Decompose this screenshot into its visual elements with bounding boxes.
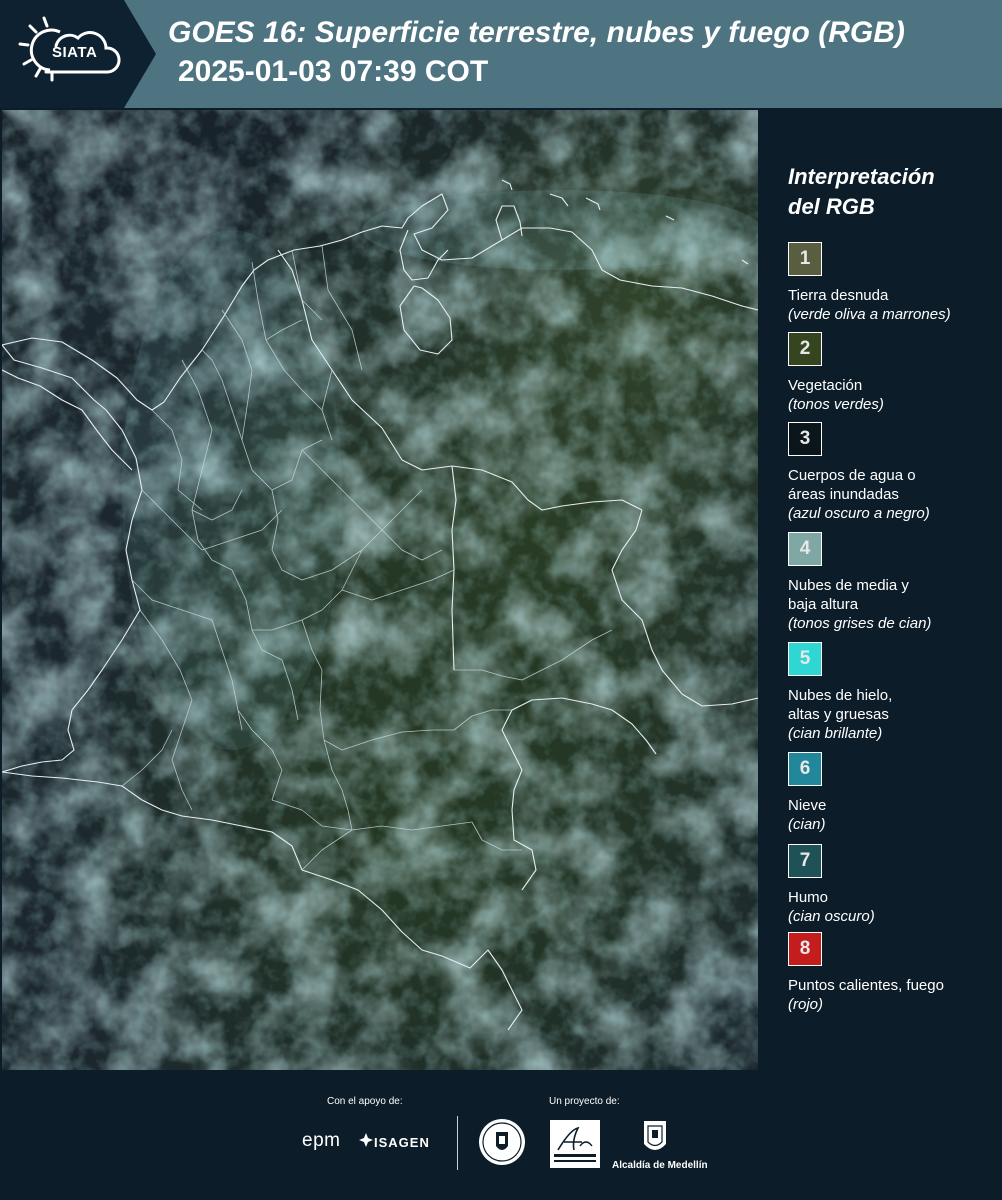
siata-logo-text: SIATA	[52, 44, 98, 61]
rgb-satellite-image	[2, 110, 758, 1070]
legend-description: (azul oscuro a negro)	[788, 505, 930, 522]
legend-item-smoke: 7 Humo (cian oscuro)	[788, 844, 998, 926]
legend-swatch: 4	[788, 532, 822, 566]
legend-swatch: 6	[788, 752, 822, 786]
isagen-logo-icon	[359, 1133, 373, 1147]
legend-swatch: 5	[788, 642, 822, 676]
alcaldia-logo-text: Alcaldía de Medellín	[612, 1160, 708, 1171]
legend-title-line-1: Interpretación	[788, 164, 935, 189]
legend-description: (cian brillante)	[788, 725, 883, 742]
legend-item-snow: 6 Nieve (cian)	[788, 752, 998, 834]
legend-item-vegetation: 2 Vegetación (tonos verdes)	[788, 332, 998, 414]
support-label: Con el apoyo de:	[327, 1096, 403, 1107]
legend-swatch: 8	[788, 932, 822, 966]
legend-label: Nieve	[788, 797, 827, 814]
legend-swatch: 2	[788, 332, 822, 366]
legend-label: Tierra desnuda	[788, 287, 889, 304]
legend-label: Nubes de media y	[788, 577, 909, 594]
legend-item-low-clouds: 4 Nubes de media y baja altura (tonos gr…	[788, 532, 998, 633]
image-datetime: 2025-01-03 07:39 COT	[178, 55, 489, 88]
legend-swatch: 3	[788, 422, 822, 456]
legend-label: Humo	[788, 889, 829, 906]
area-metropolitana-logo	[550, 1120, 600, 1168]
legend-label: Vegetación	[788, 377, 863, 394]
legend-item-hotspots: 8 Puntos calientes, fuego (rojo)	[788, 932, 998, 1014]
legend-label: altas y gruesas	[788, 706, 889, 723]
siata-logo: SIATA	[0, 0, 156, 108]
isagen-logo: ISAGEN	[374, 1135, 430, 1150]
footer-divider	[457, 1116, 458, 1170]
legend-title: Interpretación del RGB	[788, 162, 998, 222]
legend-description: (tonos verdes)	[788, 396, 884, 413]
legend-description: (cian oscuro)	[788, 908, 875, 925]
legend-description: (verde oliva a marrones)	[788, 306, 951, 323]
header-bar: SIATA GOES 16: Superficie terrestre, nub…	[0, 0, 1002, 108]
legend-title-line-2: del RGB	[788, 194, 875, 219]
legend-description: (cian)	[788, 816, 826, 833]
legend-description: (rojo)	[788, 996, 824, 1013]
medellin-seal-icon	[479, 1119, 525, 1165]
epm-logo: epm	[302, 1130, 341, 1151]
legend-label: áreas inundadas	[788, 486, 899, 503]
legend-item-ice-clouds: 5 Nubes de hielo, altas y gruesas (cian …	[788, 642, 998, 743]
alcaldia-shield-icon	[644, 1121, 666, 1150]
legend-label: Nubes de hielo,	[788, 687, 893, 704]
project-label: Un proyecto de:	[549, 1096, 620, 1107]
page-title: GOES 16: Superficie terrestre, nubes y f…	[168, 16, 905, 49]
legend-item-bare-soil: 1 Tierra desnuda (verde oliva a marrones…	[788, 242, 998, 324]
legend-item-water: 3 Cuerpos de agua o áreas inundadas (azu…	[788, 422, 998, 523]
legend-label: baja altura	[788, 596, 859, 613]
rgb-legend: Interpretación del RGB 1 Tierra desnuda …	[760, 110, 1002, 1070]
legend-swatch: 1	[788, 242, 822, 276]
satellite-map	[2, 110, 758, 1070]
footer-sponsors: Con el apoyo de: Un proyecto de: epm ISA…	[0, 1070, 1002, 1200]
legend-swatch: 7	[788, 844, 822, 878]
legend-label: Cuerpos de agua o	[788, 467, 916, 484]
legend-label: Puntos calientes, fuego	[788, 977, 944, 994]
legend-description: (tonos grises de cian)	[788, 615, 932, 632]
